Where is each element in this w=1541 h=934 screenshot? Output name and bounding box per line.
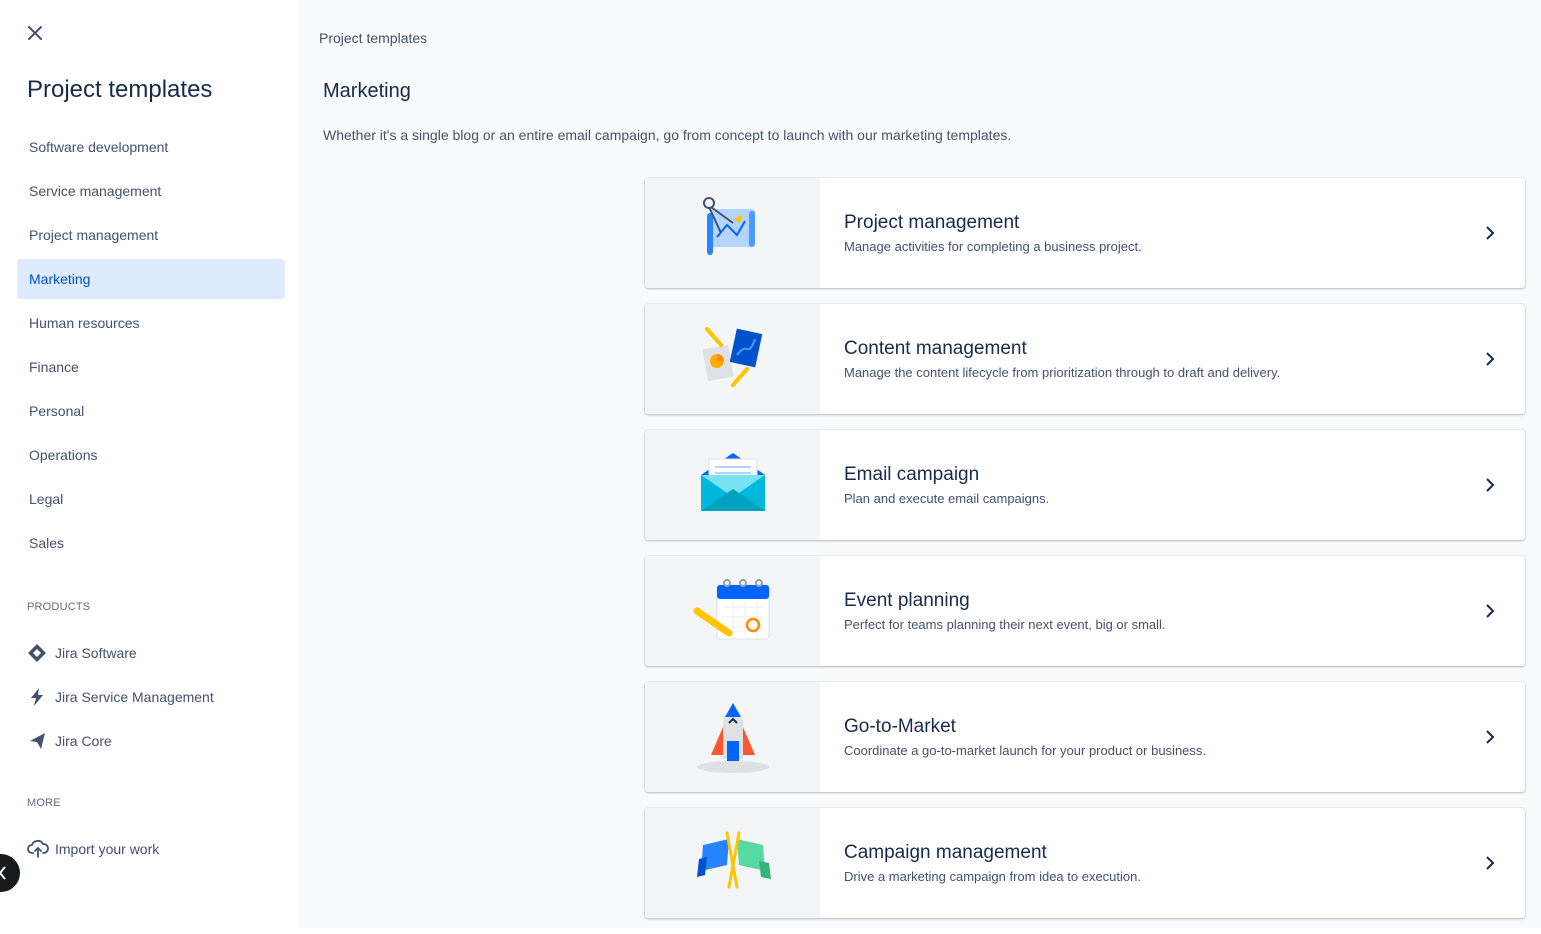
sidebar-item-personal[interactable]: Personal	[17, 391, 285, 431]
jira-service-management-icon	[27, 685, 55, 709]
card-body: Project management Manage activities for…	[820, 178, 1455, 288]
product-item-jira-software[interactable]: Jira Software	[27, 633, 287, 673]
chevron-right-icon	[1455, 430, 1525, 540]
card-image	[645, 808, 820, 918]
blueprint-illustration	[702, 197, 755, 255]
template-description: Coordinate a go-to-market launch for you…	[844, 743, 1207, 758]
product-item-jira-core[interactable]: Jira Core	[27, 721, 287, 761]
product-label: Jira Core	[55, 733, 112, 749]
template-card-content-management[interactable]: Content management Manage the content li…	[645, 304, 1525, 414]
sidebar: Project templates Software development S…	[0, 0, 299, 928]
template-list: Project management Manage activities for…	[645, 178, 1525, 934]
template-description: Drive a marketing campaign from idea to …	[844, 869, 1141, 884]
breadcrumb[interactable]: Project templates	[319, 30, 427, 46]
main-content: Project templates Marketing Whether it's…	[299, 0, 1541, 928]
sidebar-item-human-resources[interactable]: Human resources	[17, 303, 285, 343]
template-card-event-planning[interactable]: Event planning Perfect for teams plannin…	[645, 556, 1525, 666]
template-description: Perfect for teams planning their next ev…	[844, 617, 1166, 632]
sidebar-item-finance[interactable]: Finance	[17, 347, 285, 387]
sidebar-item-software-development[interactable]: Software development	[17, 127, 285, 167]
sidebar-title: Project templates	[27, 76, 213, 103]
template-card-campaign-management[interactable]: Campaign management Drive a marketing ca…	[645, 808, 1525, 918]
close-icon	[28, 26, 42, 40]
template-description: Manage the content lifecycle from priori…	[844, 365, 1281, 380]
products-list: Jira Software Jira Service Management Ji…	[27, 633, 287, 765]
products-heading: PRODUCTS	[27, 601, 91, 613]
card-body: Content management Manage the content li…	[820, 304, 1455, 414]
template-title: Project management	[844, 212, 1020, 233]
sidebar-item-operations[interactable]: Operations	[17, 435, 285, 475]
more-list: Import your work	[27, 829, 287, 873]
more-heading: MORE	[27, 797, 61, 809]
card-body: Campaign management Drive a marketing ca…	[820, 808, 1455, 918]
chevron-right-icon	[1455, 808, 1525, 918]
template-card-go-to-market[interactable]: Go-to-Market Coordinate a go-to-market l…	[645, 682, 1525, 792]
collapse-floating-button[interactable]	[0, 854, 20, 892]
chevron-right-icon	[1455, 682, 1525, 792]
template-title: Email campaign	[844, 464, 980, 485]
page-title: Marketing	[323, 80, 411, 102]
template-card-email-campaign[interactable]: Email campaign Plan and execute email ca…	[645, 430, 1525, 540]
jira-core-icon	[27, 729, 55, 753]
card-image	[645, 304, 820, 414]
template-description: Manage activities for completing a busin…	[844, 239, 1142, 254]
envelope-illustration	[700, 453, 765, 511]
cloud-upload-icon	[27, 837, 55, 861]
sidebar-item-legal[interactable]: Legal	[17, 479, 285, 519]
import-label: Import your work	[55, 841, 160, 857]
page-description: Whether it's a single blog or an entire …	[323, 127, 1012, 143]
chevron-right-icon	[1455, 304, 1525, 414]
card-body: Go-to-Market Coordinate a go-to-market l…	[820, 682, 1455, 792]
template-title: Go-to-Market	[844, 716, 956, 737]
jira-software-icon	[27, 641, 55, 665]
sidebar-item-marketing[interactable]: Marketing	[17, 259, 285, 299]
product-item-jira-service-management[interactable]: Jira Service Management	[27, 677, 287, 717]
card-image	[645, 178, 820, 288]
template-description: Plan and execute email campaigns.	[844, 491, 1050, 506]
card-image	[645, 556, 820, 666]
flags-illustration	[696, 831, 771, 889]
template-title: Event planning	[844, 590, 970, 611]
template-card-project-management[interactable]: Project management Manage activities for…	[645, 178, 1525, 288]
card-body: Email campaign Plan and execute email ca…	[820, 430, 1455, 540]
documents-illustration	[701, 327, 762, 387]
sidebar-item-sales[interactable]: Sales	[17, 523, 285, 563]
import-your-work-link[interactable]: Import your work	[27, 829, 287, 869]
sidebar-item-service-management[interactable]: Service management	[17, 171, 285, 211]
rocket-illustration	[696, 703, 769, 773]
chevron-right-icon	[1455, 178, 1525, 288]
chevron-right-icon	[1455, 556, 1525, 666]
card-image	[645, 430, 820, 540]
card-body: Event planning Perfect for teams plannin…	[820, 556, 1455, 666]
template-title: Campaign management	[844, 842, 1047, 863]
close-button[interactable]	[22, 20, 48, 46]
card-image	[645, 682, 820, 792]
product-label: Jira Service Management	[55, 689, 214, 705]
template-title: Content management	[844, 338, 1027, 359]
product-label: Jira Software	[55, 645, 137, 661]
chevron-left-icon	[0, 866, 6, 880]
category-nav: Software development Service management …	[17, 127, 285, 567]
calendar-illustration	[693, 579, 769, 640]
sidebar-item-project-management[interactable]: Project management	[17, 215, 285, 255]
